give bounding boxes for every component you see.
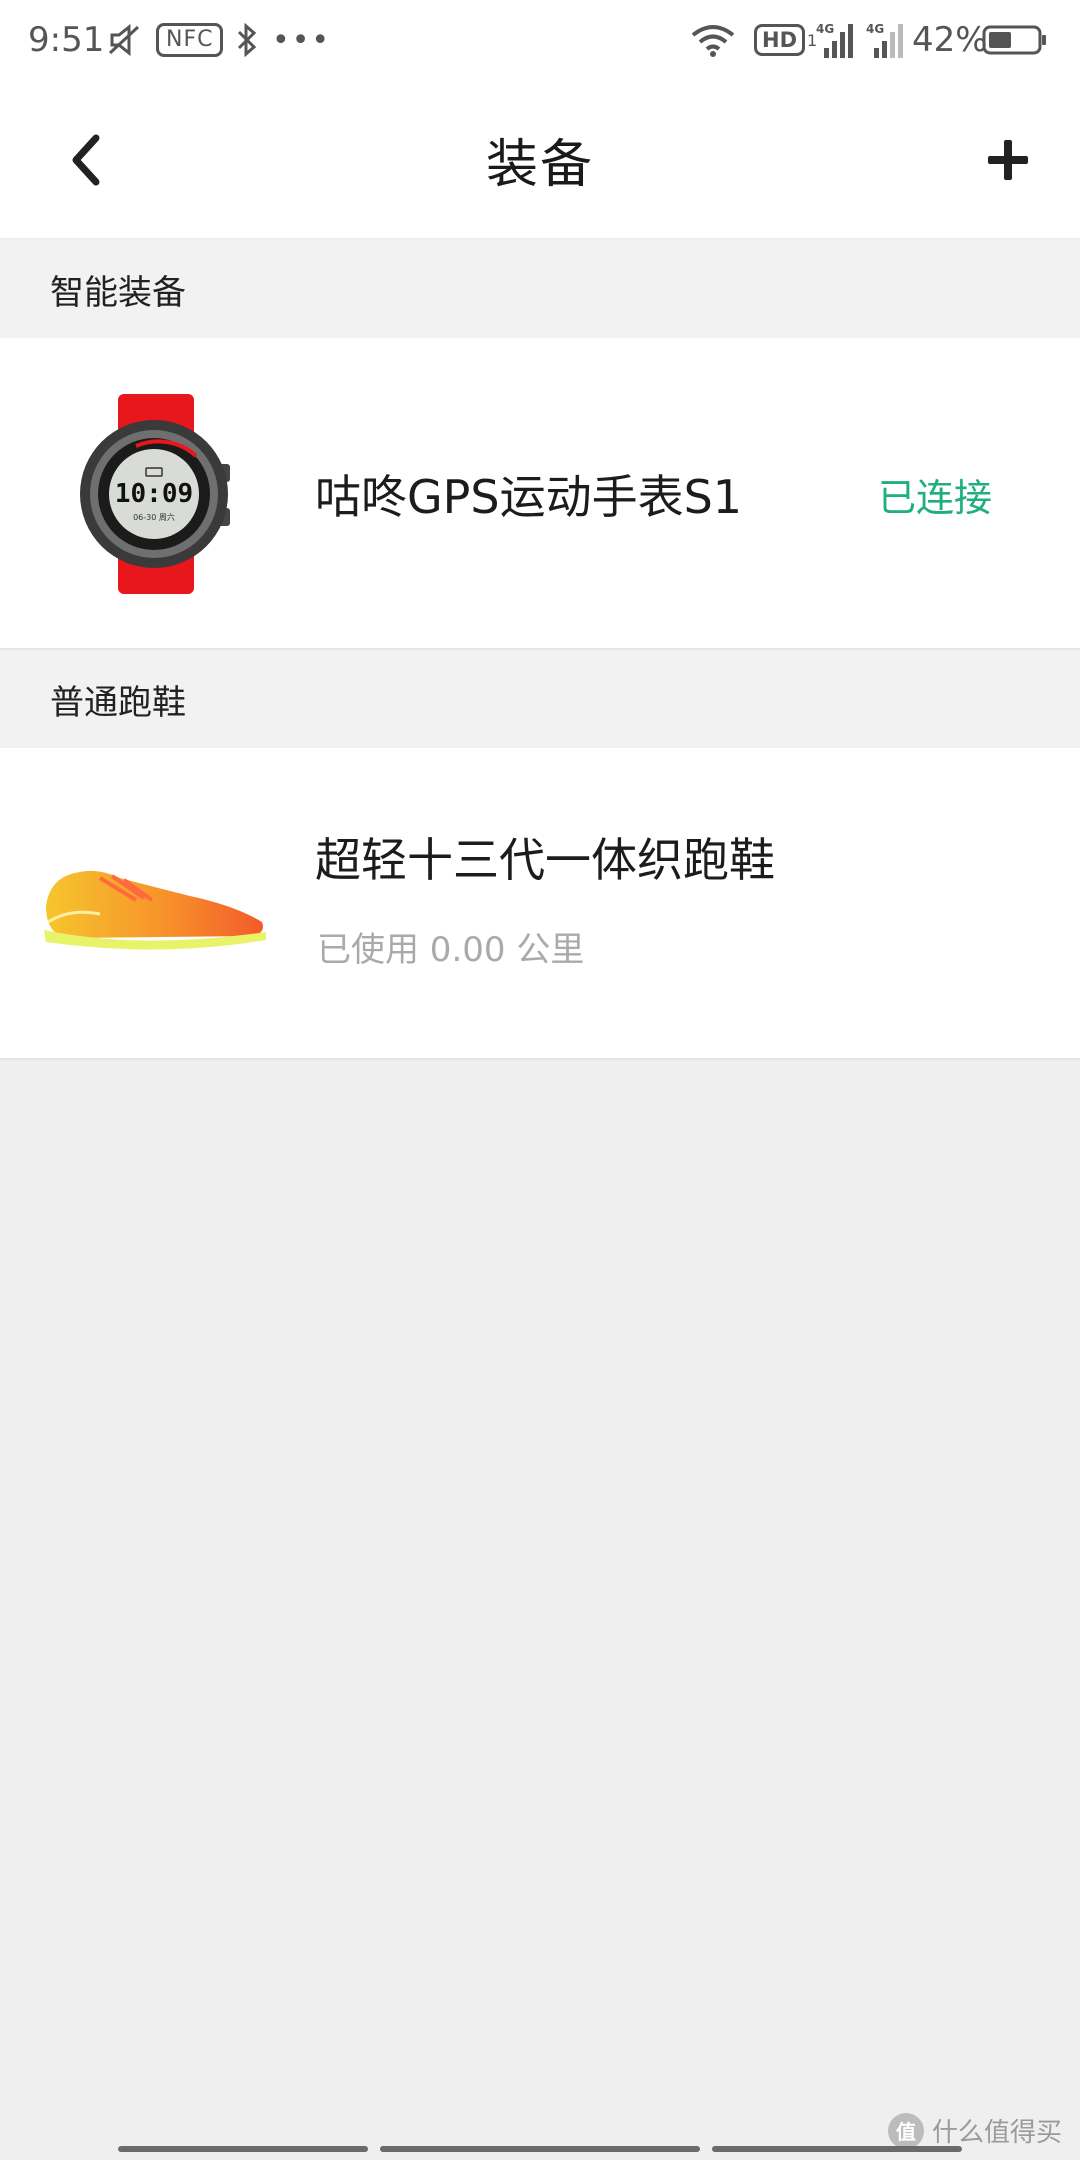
nfc-icon: NFC bbox=[156, 0, 224, 80]
shoe-card[interactable]: 超轻十三代一体织跑鞋 已使用 0.00 公里 bbox=[0, 748, 1080, 1060]
watch-image: 10:09 06-30 周六 bbox=[76, 394, 236, 594]
signal-icon-2: 4G bbox=[866, 0, 906, 80]
nav-handle-center[interactable] bbox=[380, 2146, 700, 2152]
shoe-image bbox=[40, 848, 270, 958]
svg-text:06-30 周六: 06-30 周六 bbox=[133, 512, 175, 522]
app-header: 装备 bbox=[0, 80, 1080, 238]
status-time: 9:51 bbox=[28, 20, 105, 60]
svg-text:4G: 4G bbox=[866, 22, 884, 36]
nav-handle-left[interactable] bbox=[118, 2146, 368, 2152]
wifi-icon bbox=[690, 0, 738, 80]
connection-status: 已连接 bbox=[877, 475, 992, 520]
battery-icon bbox=[982, 0, 1048, 80]
status-bar: 9:51 NFC ••• HD 1 4G 4G 42% bbox=[0, 0, 1080, 80]
device-card-watch[interactable]: 10:09 06-30 周六 咕咚GPS运动手表S1 已连接 bbox=[0, 338, 1080, 650]
svg-text:10:09: 10:09 bbox=[115, 479, 193, 509]
page-title: 装备 bbox=[485, 134, 594, 195]
section-header-shoes: 普通跑鞋 bbox=[0, 650, 1080, 748]
svg-text:4G: 4G bbox=[816, 22, 834, 36]
mute-icon bbox=[108, 0, 142, 80]
bluetooth-icon bbox=[236, 0, 262, 80]
nav-handle-right[interactable] bbox=[712, 2146, 962, 2152]
battery-percent: 42% bbox=[912, 20, 988, 60]
plus-icon bbox=[988, 140, 1028, 180]
gesture-nav-bar bbox=[0, 2140, 1080, 2160]
hd-icon: HD 1 bbox=[754, 0, 817, 80]
signal-icon-1: 4G bbox=[816, 0, 856, 80]
more-status-icon: ••• bbox=[272, 22, 332, 58]
section-header-smart: 智能装备 bbox=[0, 240, 1080, 338]
device-name: 咕咚GPS运动手表S1 bbox=[315, 470, 743, 524]
add-button[interactable] bbox=[974, 126, 1042, 194]
shoe-usage: 已使用 0.00 公里 bbox=[317, 930, 585, 970]
shoe-name: 超轻十三代一体织跑鞋 bbox=[315, 833, 775, 887]
